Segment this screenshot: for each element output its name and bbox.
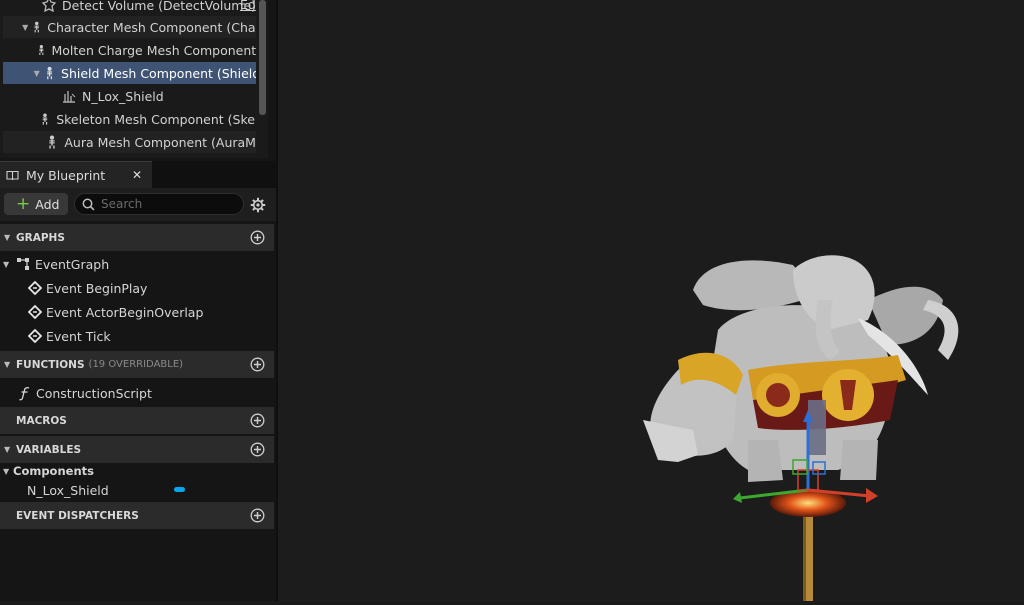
book-icon <box>6 170 19 181</box>
section-title: FUNCTIONS <box>16 358 85 371</box>
add-variable-icon[interactable] <box>250 442 265 457</box>
tree-row-shield-mesh[interactable]: ▼ Shield Mesh Component (ShieldMesh) <box>3 62 256 84</box>
event-dispatchers-section-header[interactable]: EVENT DISPATCHERS <box>0 502 274 529</box>
tree-row-label: Detect Volume (DetectVolume) <box>62 0 256 13</box>
category-label: Components <box>13 464 94 478</box>
event-node-icon <box>28 281 42 295</box>
collapse-arrow-icon[interactable]: ▼ <box>3 467 13 476</box>
my-blueprint-toolbar: + Add <box>0 188 276 221</box>
detect-volume-icon <box>41 0 57 13</box>
event-node-icon <box>28 305 42 319</box>
tree-row-label: Molten Charge Mesh Component (MoltenChar… <box>51 42 256 58</box>
staff-model[interactable] <box>803 505 813 601</box>
event-item-tick[interactable]: Event Tick <box>0 324 274 348</box>
skeleton-icon <box>42 113 48 125</box>
components-tree: Detect Volume (DetectVolume) Ed ▼ Charac… <box>0 0 268 158</box>
left-panel: Detect Volume (DetectVolume) Ed ▼ Charac… <box>0 0 278 601</box>
skeleton-icon <box>34 21 39 33</box>
niagara-system-icon <box>63 91 76 103</box>
tree-row-character-mesh[interactable]: ▼ Character Mesh Component (CharacterMes… <box>3 16 256 38</box>
add-button-label: Add <box>35 196 60 212</box>
tab-bar: My Blueprint ✕ <box>0 161 276 189</box>
tree-row-skeleton-mesh[interactable]: Skeleton Mesh Component (SkeletonMesh) <box>3 108 256 130</box>
variable-type-pill <box>174 487 185 492</box>
collapse-arrow-icon[interactable]: ▼ <box>4 445 16 454</box>
add-event-dispatcher-icon[interactable] <box>250 508 265 523</box>
search-icon <box>82 198 95 210</box>
collapse-arrow-icon[interactable]: ▼ <box>4 233 16 242</box>
skeleton-icon <box>49 135 55 149</box>
close-icon[interactable]: ✕ <box>132 168 142 182</box>
section-title: EVENT DISPATCHERS <box>16 509 139 522</box>
event-label: Event ActorBeginOverlap <box>46 304 204 320</box>
graphs-section-header[interactable]: ▼ GRAPHS <box>0 224 274 251</box>
add-function-icon[interactable] <box>250 357 265 372</box>
tree-row-label: Character Mesh Component (CharacterMesh0… <box>47 19 256 35</box>
section-title: VARIABLES <box>16 443 82 456</box>
tree-row-n-lox-shield[interactable]: N_Lox_Shield <box>3 85 256 107</box>
skeleton-icon <box>39 45 44 56</box>
variable-item-n-lox-shield[interactable]: N_Lox_Shield <box>0 478 274 502</box>
collapse-arrow-icon[interactable]: ▼ <box>4 360 16 369</box>
event-label: Event Tick <box>46 328 111 344</box>
macros-section-header[interactable]: MACROS <box>0 407 274 434</box>
tab-label: My Blueprint <box>26 168 106 183</box>
function-label: ConstructionScript <box>36 385 152 401</box>
tree-row-label: Aura Mesh Component (AuraMesh) <box>64 134 256 150</box>
add-macro-icon[interactable] <box>250 413 265 428</box>
add-graph-icon[interactable] <box>250 230 265 245</box>
skeleton-icon <box>46 66 52 80</box>
viewport-scene <box>278 0 1024 601</box>
tree-row-molten-charge-mesh[interactable]: Molten Charge Mesh Component (MoltenChar… <box>3 39 256 61</box>
section-title: GRAPHS <box>16 231 65 244</box>
tab-my-blueprint[interactable]: My Blueprint ✕ <box>0 161 152 189</box>
tree-row-aura-mesh[interactable]: Aura Mesh Component (AuraMesh) <box>3 131 256 153</box>
viewport[interactable] <box>278 0 1024 601</box>
tree-row-detect-volume[interactable]: Detect Volume (DetectVolume) <box>3 0 256 16</box>
section-title: MACROS <box>16 414 67 427</box>
variable-label: N_Lox_Shield <box>27 482 109 498</box>
event-item-beginplay[interactable]: Event BeginPlay <box>0 276 274 300</box>
functions-section-header[interactable]: ▼ FUNCTIONS (19 OVERRIDABLE) <box>0 351 274 378</box>
event-label: Event BeginPlay <box>46 280 148 296</box>
add-button[interactable]: + Add <box>4 193 68 215</box>
collapse-arrow-icon[interactable]: ▼ <box>3 260 13 269</box>
event-graph-label: EventGraph <box>35 256 110 272</box>
search-box[interactable] <box>74 193 244 215</box>
search-input[interactable] <box>101 197 221 211</box>
event-item-actorbeginoverlap[interactable]: Event ActorBeginOverlap <box>0 300 274 324</box>
event-node-icon <box>28 329 42 343</box>
edit-link[interactable]: Ed <box>240 0 256 12</box>
event-graph-icon <box>17 258 29 270</box>
variables-section-header[interactable]: ▼ VARIABLES <box>0 436 274 463</box>
expand-arrow-icon[interactable]: ▼ <box>33 69 41 78</box>
overridable-count: (19 OVERRIDABLE) <box>88 359 184 370</box>
tree-scrollbar[interactable] <box>259 0 266 115</box>
function-icon <box>19 386 30 400</box>
gear-icon[interactable] <box>250 197 266 213</box>
plus-icon: + <box>16 193 31 214</box>
function-item-constructionscript[interactable]: ConstructionScript <box>0 381 274 405</box>
tree-row-label: N_Lox_Shield <box>82 88 164 104</box>
expand-arrow-icon[interactable]: ▼ <box>22 23 29 32</box>
tree-row-label: Shield Mesh Component (ShieldMesh) <box>61 65 256 81</box>
event-graph-item[interactable]: ▼ EventGraph <box>0 252 274 276</box>
tree-row-label: Skeleton Mesh Component (SkeletonMesh) <box>56 111 256 127</box>
